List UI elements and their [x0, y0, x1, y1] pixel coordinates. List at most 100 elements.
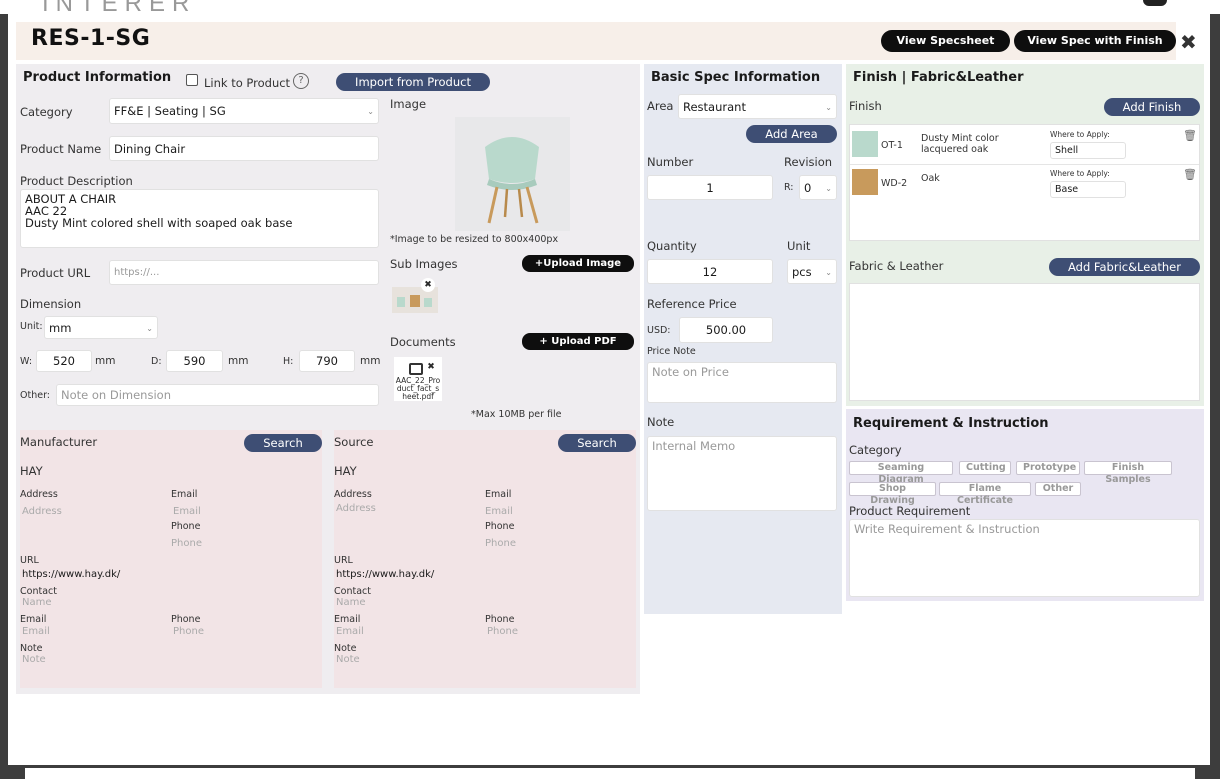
- product-image[interactable]: [455, 117, 570, 231]
- note-label: Note: [647, 415, 675, 429]
- product-description-textarea[interactable]: ABOUT A CHAIR AAC 22 Dusty Mint colored …: [20, 189, 379, 248]
- price-note-label: Price Note: [647, 346, 696, 357]
- chip-shop-drawing[interactable]: Shop Drawing: [849, 482, 936, 506]
- source-note-input[interactable]: Note: [336, 654, 360, 665]
- height-input[interactable]: 790: [299, 350, 355, 372]
- dimension-note-input[interactable]: Note on Dimension: [56, 384, 379, 406]
- trash-icon[interactable]: 🗑: [1183, 129, 1197, 142]
- area-label: Area: [647, 99, 674, 113]
- area-select[interactable]: Restaurant ⌄: [678, 94, 837, 119]
- trash-icon[interactable]: 🗑: [1183, 168, 1197, 181]
- source-contact-input[interactable]: Name: [336, 597, 366, 608]
- upload-pdf-button[interactable]: + Upload PDF: [522, 333, 634, 350]
- close-icon[interactable]: ✖: [1180, 30, 1197, 54]
- number-input[interactable]: 1: [647, 175, 773, 200]
- manufacturer-contact-phone-input[interactable]: Phone: [173, 626, 204, 637]
- manufacturer-note-input[interactable]: Note: [22, 654, 46, 665]
- unit-select[interactable]: pcs ⌄: [787, 259, 837, 284]
- chip-finish-samples[interactable]: Finish Samples: [1084, 461, 1172, 485]
- basic-spec-section: Basic Spec Information Area Restaurant ⌄ …: [644, 64, 842, 614]
- manufacturer-phone-input[interactable]: Phone: [171, 538, 202, 549]
- reference-price-input[interactable]: 500.00: [679, 317, 773, 343]
- finish-swatch: [852, 131, 878, 157]
- revision-label: Revision: [784, 155, 833, 169]
- product-name-input[interactable]: Dining Chair: [109, 136, 379, 161]
- add-fabric-leather-button[interactable]: Add Fabric&Leather: [1049, 258, 1200, 276]
- help-icon[interactable]: ?: [293, 73, 309, 89]
- reference-price-label: Reference Price: [647, 297, 737, 311]
- where-to-apply-label: Where to Apply:: [1050, 169, 1110, 178]
- usd-label: USD:: [647, 325, 671, 336]
- quantity-input[interactable]: 12: [647, 259, 773, 284]
- chip-flame-certificate[interactable]: Flame Certificate: [939, 482, 1031, 506]
- product-requirement-textarea[interactable]: Write Requirement & Instruction: [849, 519, 1200, 597]
- chip-seaming-diagram[interactable]: Seaming Diagram: [849, 461, 953, 485]
- price-note-textarea[interactable]: Note on Price: [647, 362, 837, 403]
- product-url-input[interactable]: https://...: [109, 260, 379, 285]
- remove-sub-image-icon[interactable]: ✖: [421, 278, 435, 292]
- source-phone-label: Phone: [485, 521, 515, 532]
- chip-other[interactable]: Other: [1035, 482, 1081, 496]
- source-name: HAY: [334, 464, 357, 478]
- source-search-button[interactable]: Search: [558, 434, 636, 452]
- remove-document-icon[interactable]: ✖: [424, 360, 438, 374]
- product-url-label: Product URL: [20, 266, 91, 280]
- source-email-input[interactable]: Email: [485, 506, 513, 517]
- product-information-section: Product Information Link to Product ? Im…: [16, 64, 640, 694]
- chevron-down-icon: ⌄: [825, 267, 832, 277]
- requirement-header: Requirement & Instruction: [853, 416, 1049, 431]
- link-to-product-checkbox[interactable]: [186, 74, 198, 86]
- quantity-label: Quantity: [647, 239, 697, 253]
- manufacturer-email-label: Email: [171, 489, 198, 500]
- source-email-label: Email: [485, 489, 512, 500]
- source-address-input[interactable]: Address: [336, 503, 376, 514]
- link-to-product-label: Link to Product: [204, 76, 291, 90]
- source-section: Source Search HAY Address Address Email …: [334, 430, 636, 688]
- fabric-leather-list: [849, 283, 1200, 401]
- source-contact-email-input[interactable]: Email: [336, 626, 364, 637]
- finish-code: OT-1: [881, 140, 903, 151]
- product-spec-modal: RES-1-SG View Specsheet View Spec with F…: [8, 14, 1210, 765]
- width-input[interactable]: 520: [36, 350, 92, 372]
- add-finish-button[interactable]: Add Finish: [1104, 98, 1200, 116]
- view-spec-finish-button[interactable]: View Spec with Finish: [1014, 30, 1176, 52]
- depth-unit: mm: [228, 355, 249, 367]
- documents-label: Documents: [390, 335, 456, 349]
- product-description-label: Product Description: [20, 174, 133, 188]
- source-phone-input[interactable]: Phone: [485, 538, 516, 549]
- height-label: H:: [283, 356, 294, 367]
- image-resize-note: *Image to be resized to 800x400px: [390, 234, 559, 245]
- depth-label: D:: [151, 356, 162, 367]
- source-url-value[interactable]: https://www.hay.dk/: [336, 569, 434, 580]
- category-select[interactable]: FF&E | Seating | SG ⌄: [109, 98, 379, 124]
- product-information-header: Product Information: [23, 70, 172, 85]
- internal-memo-textarea[interactable]: Internal Memo: [647, 436, 837, 511]
- dimension-unit-select[interactable]: mm ⌄: [44, 316, 158, 339]
- chevron-down-icon: ⌄: [146, 323, 153, 333]
- basic-spec-header: Basic Spec Information: [651, 70, 821, 85]
- chip-cutting[interactable]: Cutting: [959, 461, 1011, 475]
- source-contact-phone-input[interactable]: Phone: [487, 626, 518, 637]
- manufacturer-email-input[interactable]: Email: [173, 506, 201, 517]
- revision-select[interactable]: 0 ⌄: [799, 175, 837, 200]
- add-area-button[interactable]: Add Area: [746, 125, 837, 143]
- manufacturer-contact-email-input[interactable]: Email: [22, 626, 50, 637]
- manufacturer-contact-input[interactable]: Name: [22, 597, 52, 608]
- finish-apply-input[interactable]: Shell: [1050, 142, 1126, 159]
- import-from-product-button[interactable]: Import from Product: [336, 73, 490, 91]
- source-header: Source: [334, 435, 374, 449]
- manufacturer-address-input[interactable]: Address: [22, 506, 62, 517]
- finish-apply-input[interactable]: Base: [1050, 181, 1126, 198]
- view-specsheet-button[interactable]: View Specsheet: [881, 30, 1010, 52]
- finish-code: WD-2: [881, 178, 908, 189]
- finish-swatch: [852, 169, 878, 195]
- manufacturer-search-button[interactable]: Search: [244, 434, 322, 452]
- unit-label: Unit: [787, 239, 811, 253]
- background-footer: [25, 768, 1195, 779]
- chip-prototype[interactable]: Prototype: [1016, 461, 1080, 475]
- manufacturer-header: Manufacturer: [20, 435, 98, 449]
- source-address-label: Address: [334, 489, 372, 500]
- manufacturer-url-value[interactable]: https://www.hay.dk/: [22, 569, 120, 580]
- upload-image-button[interactable]: +Upload Image: [522, 255, 634, 272]
- depth-input[interactable]: 590: [166, 350, 223, 372]
